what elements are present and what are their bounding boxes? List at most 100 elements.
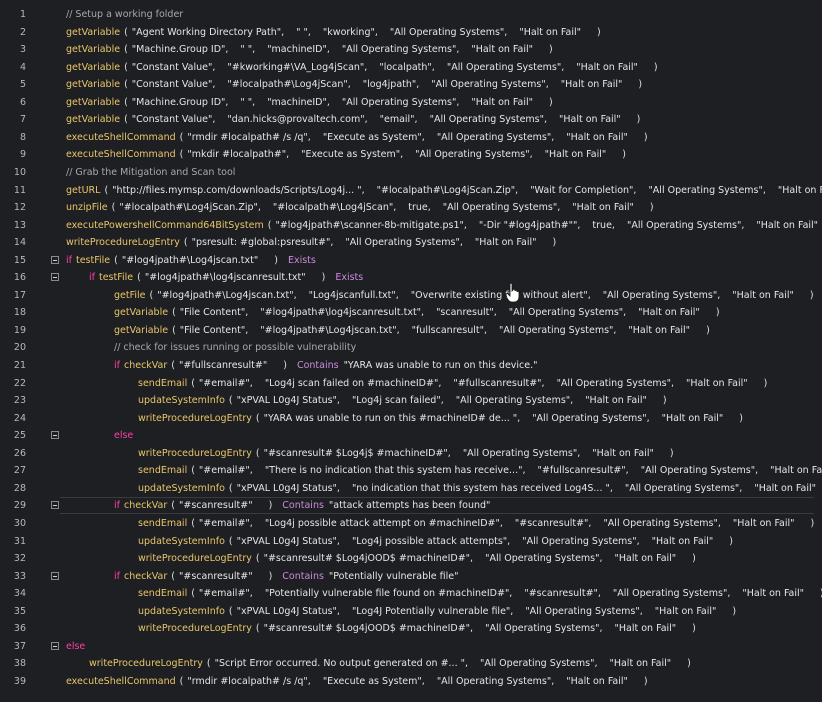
argument: "Log4jscanfull.txt", xyxy=(308,289,399,301)
code-statement[interactable]: unzipFile("#localpath#\Log4jScan.Zip", "#… xyxy=(66,202,658,213)
code-line[interactable]: 8 executeShellCommand("rmdir #localpath# … xyxy=(0,129,822,146)
collapse-toggle-icon[interactable] xyxy=(51,641,59,650)
code-line[interactable]: 32 writeProcedureLogEntry("#scanresult# $… xyxy=(0,550,822,567)
code-statement[interactable]: getVariable("Constant Value", "#localpath… xyxy=(66,79,646,90)
code-statement[interactable]: writeProcedureLogEntry("#scanresult# $Lo… xyxy=(138,553,700,564)
code-line[interactable]: 12 unzipFile("#localpath#\Log4jScan.Zip",… xyxy=(0,199,822,216)
code-line[interactable]: 29 if checkVar("#scanresult#") Contains "att… xyxy=(0,497,822,515)
code-line[interactable]: 11 getURL("http://files.mymsp.com/downloa… xyxy=(0,182,822,199)
code-statement[interactable]: sendEmail("#email#", "Potentially vulnera… xyxy=(138,588,822,599)
collapse-toggle-icon[interactable] xyxy=(51,273,59,282)
code-statement[interactable]: getVariable("File Content", "#log4jpath#\… xyxy=(114,307,724,318)
argument: "Log4J Potentially vulnerable file", xyxy=(351,605,514,617)
argument: "Halt on Fail" xyxy=(471,44,533,56)
code-line[interactable]: 21 if checkVar("#fullscanresult#") Contains… xyxy=(0,357,822,374)
procedure-editor: 1// Setup a working folder 2 getVariable("… xyxy=(0,0,822,702)
code-line[interactable]: 27 sendEmail("#email#", "There is no indic… xyxy=(0,462,822,479)
code-statement[interactable]: // check for issues running or possible … xyxy=(114,342,356,353)
code-statement[interactable]: getFile("#log4jpath#\Log4jscan.txt", "Log… xyxy=(114,290,818,301)
code-line[interactable]: 18 getVariable("File Content", "#log4jpath… xyxy=(0,304,822,321)
code-statement[interactable]: // Grab the Mitigation and Scan tool xyxy=(66,167,235,178)
argument: "psresult: #global:psresult#", xyxy=(191,237,334,249)
keyword: if xyxy=(89,272,95,284)
code-line[interactable]: 4 getVariable("Constant Value", "#kworking… xyxy=(0,59,822,76)
code-line[interactable]: 33 if checkVar("#scanresult#") Contains "Pot… xyxy=(0,568,822,585)
code-line[interactable]: 2 getVariable("Agent Working Directory Pa… xyxy=(0,24,822,41)
code-line[interactable]: 13 executePowershellCommand64BitSystem("#… xyxy=(0,217,822,234)
code-statement[interactable]: getVariable("Constant Value", "dan.hicks@… xyxy=(66,114,644,125)
code-line[interactable]: 7 getVariable("Constant Value", "dan.hicks… xyxy=(0,111,822,128)
code-line[interactable]: 17 getFile("#log4jpath#\Log4jscan.txt", "L… xyxy=(0,287,822,304)
collapse-toggle-icon[interactable] xyxy=(51,501,59,510)
code-statement[interactable]: else xyxy=(66,641,89,652)
code-statement[interactable]: getVariable("Constant Value", "#kworking#… xyxy=(66,62,662,73)
collapse-toggle-icon[interactable] xyxy=(51,431,59,440)
argument: "All Operating Systems", xyxy=(603,517,721,529)
code-line[interactable]: 24 writeProcedureLogEntry("YARA was unabl… xyxy=(0,410,822,427)
code-statement[interactable]: if checkVar("#scanresult#") Contains "Poten… xyxy=(114,571,458,582)
code-statement[interactable]: else xyxy=(114,430,137,441)
code-statement[interactable]: // Setup a working folder xyxy=(66,9,183,20)
code-line[interactable]: 15 if testFile("#log4jpath#\Log4jscan.txt"… xyxy=(0,252,822,269)
code-statement[interactable]: executeShellCommand("rmdir #localpath# /… xyxy=(66,676,652,687)
code-line[interactable]: 16 if testFile("#log4jpath#\log4jscanresul… xyxy=(0,269,822,286)
code-statement[interactable]: if testFile("#log4jpath#\Log4jscan.txt") E… xyxy=(66,255,321,266)
code-line[interactable]: 1 // Setup a working folder xyxy=(0,6,822,23)
code-line[interactable]: 22 sendEmail("#email#", "Log4j scan failed… xyxy=(0,375,822,392)
code-statement[interactable]: executeShellCommand("rmdir #localpath# /… xyxy=(66,132,652,143)
code-line[interactable]: 30 sendEmail("#email#", "Log4j possible at… xyxy=(0,515,822,532)
code-statement[interactable]: updateSystemInfo("xPVAL L0g4J Status", "L… xyxy=(138,395,671,406)
code-statement[interactable]: getVariable("File Content", "#log4jpath#\… xyxy=(114,325,714,336)
open-paren: ( xyxy=(179,675,184,687)
code-statement[interactable]: writeProcedureLogEntry("#scanresult# $Lo… xyxy=(138,623,700,634)
code-statement[interactable]: if checkVar("#fullscanresult#") Contains "Y… xyxy=(114,360,538,371)
function-name: sendEmail xyxy=(138,517,188,529)
function-name: getURL xyxy=(66,184,101,196)
code-line[interactable]: 38 writeProcedureLogEntry("Script Error o… xyxy=(0,655,822,672)
code-line[interactable]: 25 else xyxy=(0,427,822,444)
code-statement[interactable]: sendEmail("#email#", "Log4j possible atta… xyxy=(138,518,818,529)
function-name: updateSystemInfo xyxy=(138,535,225,547)
code-line[interactable]: 10 // Grab the Mitigation and Scan tool xyxy=(0,164,822,181)
code-line[interactable]: 28 updateSystemInfo("xPVAL L0g4J Status",… xyxy=(0,480,822,497)
code-line[interactable]: 36 writeProcedureLogEntry("#scanresult# $… xyxy=(0,620,822,637)
code-statement[interactable]: writeProcedureLogEntry("YARA was unable … xyxy=(138,413,747,424)
function-name: checkVar xyxy=(123,360,168,371)
code-line[interactable]: 34 sendEmail("#email#", "Potentially vulne… xyxy=(0,585,822,602)
line-number: 33 xyxy=(13,570,26,582)
code-line[interactable]: 5 getVariable("Constant Value", "#localpat… xyxy=(0,76,822,93)
code-statement[interactable]: writeProcedureLogEntry("psresult: #globa… xyxy=(66,237,560,248)
code-line[interactable]: 23 updateSystemInfo("xPVAL L0g4J Status",… xyxy=(0,392,822,409)
argument: "All Operating Systems", xyxy=(508,307,627,319)
code-statement[interactable]: getVariable("Machine.Group ID", " ", "mach… xyxy=(66,97,557,108)
collapse-toggle-icon[interactable] xyxy=(51,571,59,580)
code-line[interactable]: 6 getVariable("Machine.Group ID", " ", "mac… xyxy=(0,94,822,111)
code-line[interactable]: 39 executeShellCommand("rmdir #localpath#… xyxy=(0,673,822,690)
code-line[interactable]: 9 executeShellCommand("mkdir #localpath#"… xyxy=(0,146,822,163)
argument: "All Operating Systems", xyxy=(436,131,555,143)
code-statement[interactable]: writeProcedureLogEntry("Script Error occ… xyxy=(89,658,695,669)
code-statement[interactable]: getVariable("Machine.Group ID", " ", "mach… xyxy=(66,44,557,55)
code-line[interactable]: 14 writeProcedureLogEntry("psresult: #glo… xyxy=(0,234,822,251)
code-statement[interactable]: getVariable("Agent Working Directory Pat… xyxy=(66,27,605,38)
code-statement[interactable]: if checkVar("#scanresult#") Contains "attac… xyxy=(114,500,490,511)
collapse-toggle-icon[interactable] xyxy=(51,255,59,264)
code-statement[interactable]: updateSystemInfo("xPVAL L0g4J Status", "L… xyxy=(138,536,737,547)
code-line[interactable]: 26 writeProcedureLogEntry("#scanresult# $… xyxy=(0,445,822,462)
code-statement[interactable]: updateSystemInfo("xPVAL L0g4J Status", "L… xyxy=(138,606,740,617)
code-statement[interactable]: executeShellCommand("mkdir #localpath#",… xyxy=(66,149,630,160)
code-statement[interactable]: executePowershellCommand64BitSystem("#lo… xyxy=(66,220,822,231)
code-line[interactable]: 20 // check for issues running or possibl… xyxy=(0,339,822,356)
argument: "Halt on Fail" xyxy=(614,623,677,635)
code-statement[interactable]: if testFile("#log4jpath#\log4jscanresult.… xyxy=(89,272,368,283)
code-line[interactable]: 31 updateSystemInfo("xPVAL L0g4J Status",… xyxy=(0,533,822,550)
code-statement[interactable]: writeProcedureLogEntry("#scanresult# $Lo… xyxy=(138,448,678,459)
code-statement[interactable]: updateSystemInfo("xPVAL L0g4J Status", "n… xyxy=(138,483,822,494)
code-line[interactable]: 35 updateSystemInfo("xPVAL L0g4J Status",… xyxy=(0,603,822,620)
code-line[interactable]: 19 getVariable("File Content", "#log4jpath… xyxy=(0,322,822,339)
code-line[interactable]: 3 getVariable("Machine.Group ID", " ", "mac… xyxy=(0,41,822,58)
code-statement[interactable]: getURL("http://files.mymsp.com/downloads… xyxy=(66,185,822,196)
code-statement[interactable]: sendEmail("#email#", "There is no indicat… xyxy=(138,465,822,476)
code-statement[interactable]: sendEmail("#email#", "Log4j scan failed o… xyxy=(138,378,771,389)
code-line[interactable]: 37 else xyxy=(0,638,822,655)
